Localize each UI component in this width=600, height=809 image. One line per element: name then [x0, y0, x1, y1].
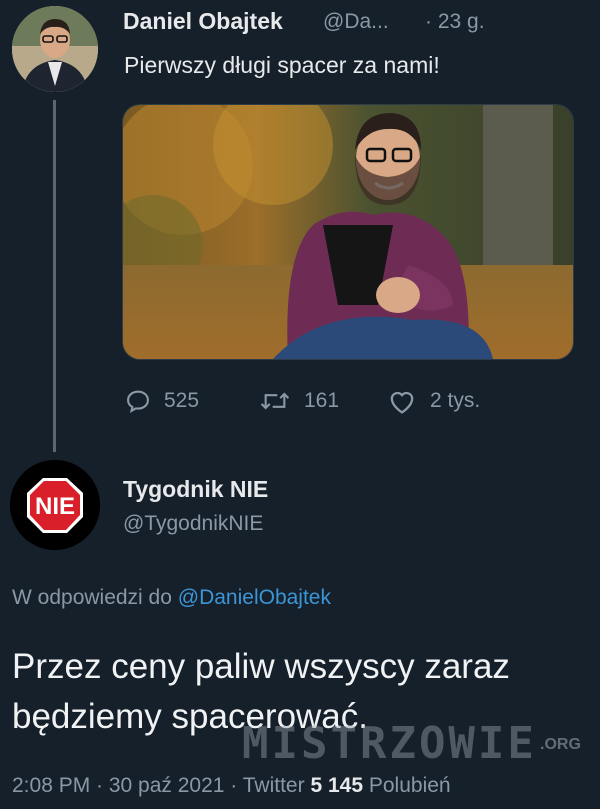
author-name[interactable]: Tygodnik NIE: [123, 476, 268, 503]
thread-connector-line: [53, 100, 56, 452]
author-name[interactable]: Daniel Obajtek: [123, 8, 283, 35]
reply-count: 525: [164, 389, 200, 412]
avatar-portrait-icon: [12, 6, 98, 92]
retweet-count: 161: [304, 389, 340, 412]
author-handle[interactable]: @Da...: [323, 10, 389, 34]
watermark-suffix: .ORG: [540, 736, 581, 753]
reply-button[interactable]: 525: [124, 386, 199, 416]
reply-context: W odpowiedzi do @DanielObajtek: [12, 586, 331, 610]
retweet-icon: [260, 392, 290, 410]
watermark: MISTRZOWIE: [242, 718, 537, 769]
avatar-tygodnik-nie[interactable]: NIE: [10, 460, 100, 550]
heart-icon: [390, 391, 414, 414]
tweet-timestamp[interactable]: · 23 g.: [425, 10, 485, 34]
reply-to-mention-link[interactable]: @DanielObajtek: [178, 586, 331, 609]
tweet-text: Pierwszy długi spacer za nami!: [124, 52, 440, 78]
like-button[interactable]: 2 tys.: [386, 386, 480, 416]
likes-label[interactable]: Polubień: [369, 774, 451, 797]
nie-logo-text: NIE: [35, 493, 75, 520]
like-count: 2 tys.: [430, 389, 481, 412]
tweet-photo[interactable]: [122, 104, 574, 360]
retweet-button[interactable]: 161: [258, 386, 339, 416]
reply-icon: [127, 390, 149, 414]
likes-count[interactable]: 5 145: [310, 774, 363, 797]
author-handle[interactable]: @TygodnikNIE: [123, 512, 263, 536]
tweet-timestamp[interactable]: 2:08 PM · 30 paź 2021 · Twitter: [12, 774, 305, 797]
autumn-walk-photo: [123, 105, 573, 359]
tweet-meta: 2:08 PM · 30 paź 2021 · Twitter 5 145 Po…: [12, 774, 451, 798]
avatar-daniel-obajtek[interactable]: [12, 6, 98, 92]
reply-to-label: W odpowiedzi do: [12, 586, 172, 609]
nie-logo-icon: NIE: [10, 460, 100, 550]
